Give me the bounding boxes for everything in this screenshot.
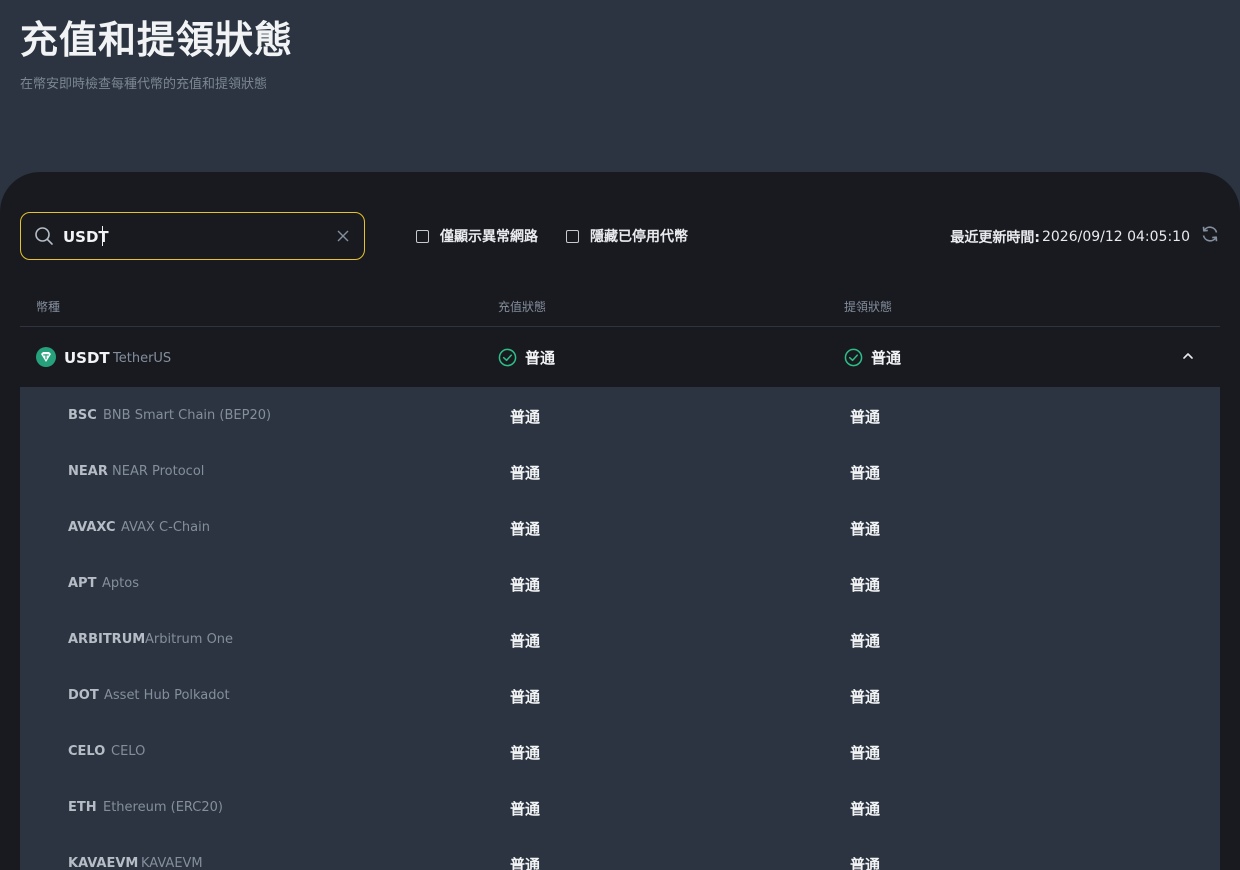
network-name: Aptos [102, 576, 139, 591]
filter-hide-label: 隱藏已停用代幣 [590, 229, 688, 245]
network-withdraw-status: 普通 [850, 688, 881, 706]
network-symbol: NEAR [68, 464, 108, 479]
column-header-withdraw: 提領狀態 [844, 300, 893, 314]
search-icon [35, 227, 53, 245]
toolbar: 僅顯示異常網路 隱藏已停用代幣 最近更新時間: 2026/09/12 04:05… [20, 212, 1220, 260]
text-caret [102, 226, 103, 246]
network-row: ETH Ethereum (ERC20) 普通 普通 [20, 779, 1220, 835]
network-withdraw-status: 普通 [850, 856, 881, 870]
usdt-coin-icon [36, 347, 56, 367]
network-symbol: CELO [68, 744, 106, 759]
coin-withdraw-status-text: 普通 [871, 349, 902, 367]
network-withdraw-status: 普通 [850, 520, 881, 538]
network-row: ARBITRUM Arbitrum One 普通 普通 [20, 611, 1220, 667]
network-withdraw-status: 普通 [850, 632, 881, 650]
coin-symbol: USDT [64, 349, 110, 367]
network-withdraw-status: 普通 [850, 408, 881, 426]
network-row: DOT Asset Hub Polkadot 普通 普通 [20, 667, 1220, 723]
network-name: NEAR Protocol [112, 464, 205, 479]
page-title: 充值和提領狀態 [20, 18, 294, 62]
network-name: Asset Hub Polkadot [104, 688, 230, 703]
network-withdraw-status: 普通 [850, 464, 881, 482]
network-name: Arbitrum One [145, 632, 234, 647]
network-deposit-status: 普通 [510, 632, 541, 650]
network-withdraw-status: 普通 [850, 800, 881, 818]
network-name: Ethereum (ERC20) [103, 800, 224, 815]
network-withdraw-status: 普通 [850, 744, 881, 762]
status-panel: 僅顯示異常網路 隱藏已停用代幣 最近更新時間: 2026/09/12 04:05… [0, 172, 1240, 870]
table-header: 幣種 充值狀態 提領狀態 [20, 294, 1220, 327]
network-symbol: KAVAEVM [68, 856, 139, 870]
filter-abnormal-label: 僅顯示異常網路 [440, 229, 538, 245]
network-deposit-status: 普通 [510, 408, 541, 426]
column-header-deposit: 充值狀態 [498, 300, 547, 314]
check-circle-icon [498, 348, 517, 367]
chevron-up-icon[interactable] [1181, 351, 1195, 361]
coin-row[interactable]: USDT TetherUS 普通 普通 [20, 327, 1220, 387]
network-name: KAVAEVM [141, 856, 203, 870]
network-symbol: AVAXC [68, 520, 116, 535]
update-time: 2026/09/12 04:05:10 [1041, 229, 1190, 245]
network-name: AVAX C-Chain [121, 520, 210, 535]
network-symbol: APT [68, 576, 97, 591]
filter-hide-disabled[interactable]: 隱藏已停用代幣 [566, 227, 688, 245]
page-header: 充值和提領狀態 在幣安即時檢查每種代幣的充值和提領狀態 [20, 16, 293, 92]
network-row: APT Aptos 普通 普通 [20, 555, 1220, 611]
network-withdraw-status: 普通 [850, 576, 881, 594]
network-symbol: BSC [68, 408, 97, 423]
network-symbol: ARBITRUM [68, 632, 146, 647]
network-deposit-status: 普通 [510, 744, 541, 762]
search-box[interactable] [20, 212, 365, 260]
network-row: AVAXC AVAX C-Chain 普通 普通 [20, 499, 1220, 555]
network-name: CELO [111, 744, 146, 759]
network-deposit-status: 普通 [510, 688, 541, 706]
coin-deposit-status: 普通 [498, 347, 555, 368]
network-symbol: ETH [68, 800, 97, 815]
network-row: KAVAEVM KAVAEVM 普通 普通 [20, 835, 1220, 870]
network-row: BSC BNB Smart Chain (BEP20) 普通 普通 [20, 387, 1220, 443]
network-deposit-status: 普通 [510, 520, 541, 538]
abnormal-network-checkbox[interactable] [416, 229, 429, 243]
clear-icon[interactable] [334, 227, 352, 245]
network-symbol: DOT [68, 688, 99, 703]
network-name: BNB Smart Chain (BEP20) [103, 408, 272, 423]
coin-deposit-status-text: 普通 [525, 349, 556, 367]
network-row: CELO CELO 普通 普通 [20, 723, 1220, 779]
network-list: BSC BNB Smart Chain (BEP20) 普通 普通 NEAR N… [20, 387, 1220, 870]
check-circle-icon [844, 348, 863, 367]
page-subtitle: 在幣安即時檢查每種代幣的充值和提領狀態 [20, 77, 268, 92]
column-header-coin: 幣種 [36, 300, 61, 314]
refresh-icon[interactable] [1200, 224, 1220, 244]
network-deposit-status: 普通 [510, 464, 541, 482]
coin-withdraw-status: 普通 [844, 347, 901, 368]
hide-disabled-checkbox[interactable] [566, 229, 579, 243]
coin-name: TetherUS [113, 351, 172, 366]
network-deposit-status: 普通 [510, 856, 541, 870]
last-update: 最近更新時間: 2026/09/12 04:05:10 [950, 227, 1190, 247]
network-deposit-status: 普通 [510, 800, 541, 818]
search-input[interactable] [61, 224, 325, 250]
network-row: NEAR NEAR Protocol 普通 普通 [20, 443, 1220, 499]
network-deposit-status: 普通 [510, 576, 541, 594]
filter-abnormal-network[interactable]: 僅顯示異常網路 [416, 227, 538, 245]
update-label: 最近更新時間: [950, 230, 1040, 246]
